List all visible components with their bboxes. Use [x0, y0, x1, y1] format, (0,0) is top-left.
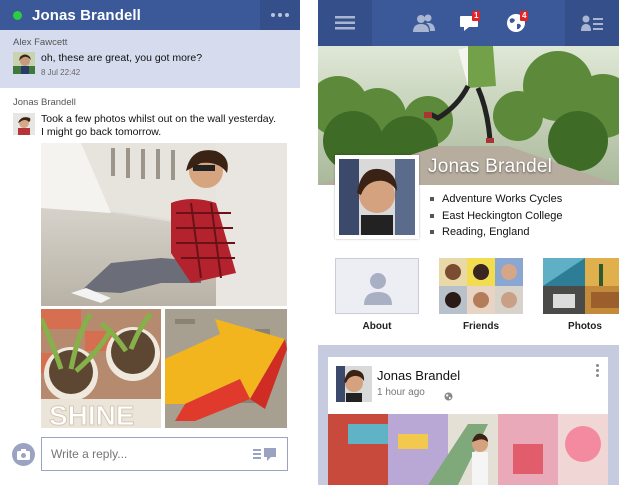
message-text-line: Took a few photos whilst out on the wall… [41, 113, 277, 125]
globe-icon [444, 388, 453, 406]
online-status-indicator [13, 10, 22, 20]
message-sender: Jonas Brandell [13, 97, 76, 108]
friends-tile[interactable] [439, 258, 523, 314]
photos-tile[interactable] [543, 258, 619, 314]
chat-title: Jonas Brandell [32, 6, 141, 24]
camera-icon[interactable] [12, 443, 35, 466]
about-tile[interactable] [335, 258, 419, 314]
photo-arrow-graffiti[interactable] [165, 309, 287, 428]
message-timestamp: 8 Jul 22:42 [41, 68, 81, 77]
about-label: About [362, 321, 392, 332]
notifications-badge: 4 [520, 11, 529, 21]
post-more-icon[interactable] [596, 364, 599, 377]
menu-icon[interactable] [318, 0, 372, 46]
photo-plants[interactable]: SHINE [41, 309, 161, 428]
send-icon[interactable] [253, 448, 277, 467]
message-item[interactable]: Alex Fawcett oh, these are great, you go… [0, 30, 300, 88]
profile-name: Jonas Brandel [428, 156, 553, 177]
photo-main[interactable] [41, 143, 287, 306]
info-workplace: Adventure Works Cycles [430, 193, 562, 205]
message-sender: Alex Fawcett [13, 37, 68, 48]
message-text-line: I might go back tomorrow. [41, 126, 162, 138]
message-text: oh, these are great, you got more? [41, 52, 203, 64]
messages-icon[interactable]: 1 [452, 0, 488, 46]
avatar[interactable] [336, 366, 372, 402]
reply-input[interactable] [41, 437, 288, 471]
chat-header: Jonas Brandell [0, 0, 300, 30]
post-photo[interactable] [328, 414, 608, 485]
info-education: East Heckington College [430, 210, 562, 222]
post-time: 1 hour ago [377, 387, 425, 398]
person-silhouette-icon [364, 273, 392, 305]
info-location: Reading, England [430, 226, 529, 238]
photos-label: Photos [568, 321, 602, 332]
profile-picture[interactable] [335, 155, 419, 239]
messages-badge: 1 [472, 11, 481, 21]
profile-screen: 1 4 Jonas Brandel Adventure Works Cycles… [318, 0, 619, 485]
avatar[interactable] [13, 113, 35, 135]
notifications-globe-icon[interactable]: 4 [498, 0, 534, 46]
post-author[interactable]: Jonas Brandel [377, 368, 460, 383]
chat-screen: Jonas Brandell Alex Fawcett oh, these ar… [0, 0, 300, 485]
top-nav: 1 4 [318, 0, 619, 46]
shine-graffiti-text: SHINE [49, 400, 135, 428]
avatar[interactable] [13, 52, 35, 74]
photo-grid: SHINE [41, 143, 287, 428]
friends-label: Friends [462, 321, 500, 332]
people-icon[interactable] [565, 0, 619, 46]
friends-icon[interactable] [406, 0, 442, 46]
more-icon[interactable] [260, 0, 300, 30]
